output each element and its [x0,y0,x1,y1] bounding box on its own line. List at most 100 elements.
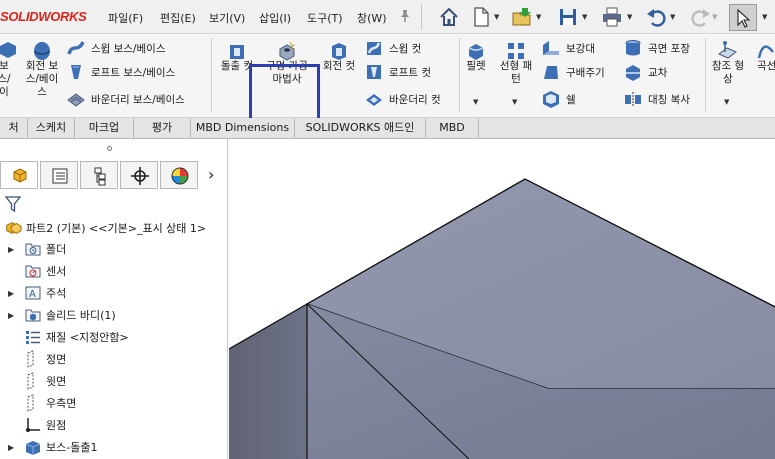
lofted-cut-icon [367,65,381,79]
tab-solidworks-addins[interactable]: SOLIDWORKS 애드인 [295,118,426,139]
lofted-cut-button[interactable]: 로프트 컷 [364,62,431,82]
tree-item-label: 센서 [46,265,67,278]
open-dropdown-icon[interactable]: ▼ [536,13,541,21]
history-folder-icon [25,243,41,256]
menu-view[interactable]: 보기(V) [209,10,245,26]
rib-button[interactable]: 보강대 [541,38,595,58]
home-icon[interactable] [438,6,460,28]
revolved-cut-icon[interactable] [328,40,350,62]
tree-item-solid-bodies[interactable]: ▶ 솔리드 바디(1) [0,304,228,326]
reference-geometry-dropdown-icon[interactable]: ▼ [724,98,729,106]
linear-pattern-icon[interactable] [505,40,527,62]
undo-dropdown-icon[interactable]: ▼ [670,13,675,21]
solidworks-logo[interactable]: SOLIDWORKS [0,9,87,24]
tree-root-part[interactable]: 파트2 (기본) <<기본>_표시 상태 1> [0,218,228,238]
tab-features[interactable]: 처 [0,118,28,139]
fillet-icon[interactable] [465,40,487,62]
curves-icon[interactable] [757,40,775,62]
menu-window[interactable]: 창(W) [357,10,387,26]
tree-item-history[interactable]: ▶ 폴더 [0,238,228,260]
undo-icon[interactable] [645,6,667,28]
select-button[interactable] [729,4,757,31]
select-cursor-icon [737,8,751,28]
print-dropdown-icon[interactable]: ▼ [627,13,632,21]
menu-tools[interactable]: 도구(T) [307,10,343,26]
tree-item-label: 재질 <지정안함> [46,331,129,344]
model-left-face[interactable] [229,304,307,459]
new-file-dropdown-icon[interactable]: ▼ [494,13,499,21]
swept-cut-button[interactable]: 스윕 컷 [364,38,421,58]
expand-arrow-icon[interactable]: ▶ [8,311,14,320]
revolved-boss-icon[interactable] [31,40,53,62]
redo-icon[interactable] [690,6,712,28]
tree-item-front-plane[interactable]: 정면 [0,348,228,370]
tree-item-sensors[interactable]: 센서 [0,260,228,282]
tab-mbd-dimensions[interactable]: MBD Dimensions [191,118,295,139]
open-folder-icon[interactable] [511,6,533,28]
tab-display-manager[interactable] [160,161,198,189]
tree-item-material[interactable]: 재질 <지정안함> [0,326,228,348]
display-manager-icon [171,167,189,185]
reference-geometry-label: 참조 형 상 [711,60,745,85]
extruded-cut-icon[interactable] [226,40,248,62]
swept-cut-label: 스윕 컷 [389,42,422,55]
print-icon[interactable] [601,6,623,28]
plane-icon [27,372,34,390]
draft-button[interactable]: 구배주기 [541,62,605,82]
model-viewport[interactable] [229,139,775,459]
tab-sketch[interactable]: 스케치 [28,118,75,139]
tree-item-label: 우측면 [46,397,77,410]
hole-wizard-icon[interactable] [276,40,298,62]
ribbon-separator [705,38,706,112]
intersect-button[interactable]: 교차 [623,62,667,82]
plane-icon [27,394,34,412]
mirror-button[interactable]: 대칭 복사 [623,89,690,109]
tab-feature-manager[interactable] [0,161,38,189]
expand-arrow-icon[interactable]: ▶ [8,443,14,452]
wrap-button[interactable]: 곡면 포장 [623,38,690,58]
tab-mbd[interactable]: MBD [426,118,479,139]
tree-item-label: 정면 [46,353,67,366]
boundary-boss-icon [67,93,85,107]
menu-edit[interactable]: 편집(E) [160,10,196,26]
tree-item-boss-extrude1[interactable]: ▶ 보스-돌출1 [0,436,228,458]
graphics-area[interactable] [229,139,775,459]
select-dropdown-icon[interactable]: ▼ [762,13,767,21]
save-dropdown-icon[interactable]: ▼ [582,13,587,21]
fillet-label: 필렛 [466,60,486,72]
boundary-cut-button[interactable]: 바운더리 컷 [364,89,441,109]
tab-configuration-manager[interactable] [80,161,118,189]
tree-item-right-plane[interactable]: 우측면 [0,392,228,414]
menu-file[interactable]: 파일(F) [108,10,143,26]
expand-arrow-icon[interactable]: ▶ [8,245,14,254]
tab-markup[interactable]: 마크업 [75,118,134,139]
tab-dimxpert[interactable] [120,161,158,189]
tab-evaluate[interactable]: 평가 [134,118,191,139]
expand-arrow-icon[interactable]: ▶ [8,289,14,298]
extruded-boss-icon[interactable] [0,40,16,58]
linear-pattern-dropdown-icon[interactable]: ▼ [512,98,517,106]
redo-dropdown-icon[interactable]: ▼ [712,13,717,21]
boundary-boss-label: 바운더리 보스/베이스 [91,93,185,106]
boundary-cut-icon [366,94,382,106]
panel-grip[interactable] [107,146,112,151]
reference-geometry-icon[interactable] [716,40,738,62]
title-bar: SOLIDWORKS 파일(F) 편집(E) 보기(V) 삽입(I) 도구(T)… [0,0,775,34]
tab-property-manager[interactable] [40,161,78,189]
fillet-dropdown-icon[interactable]: ▼ [473,98,478,106]
lofted-cut-label: 로프트 컷 [389,66,431,79]
tree-item-top-plane[interactable]: 윗면 [0,370,228,392]
new-file-icon[interactable] [470,6,492,28]
save-icon[interactable] [557,6,579,28]
boundary-boss-button[interactable]: 바운더리 보스/베이스 [66,89,185,109]
tree-item-origin[interactable]: 원점 [0,414,228,436]
tree-item-annotations[interactable]: ▶ A 주석 [0,282,228,304]
filter-icon[interactable] [5,195,21,213]
command-ribbon: 보 스/ 이 회전 보 스/베이 스 스윕 보스/베이스 로프트 보스/베이스 [0,34,775,135]
sweep-boss-button[interactable]: 스윕 보스/베이스 [66,38,166,58]
menu-insert[interactable]: 삽입(I) [259,10,291,26]
more-tabs-arrow[interactable]: › [208,165,214,184]
pin-icon[interactable] [398,9,412,23]
shell-button[interactable]: 쉘 [541,89,576,109]
loft-boss-button[interactable]: 로프트 보스/베이스 [66,62,175,82]
